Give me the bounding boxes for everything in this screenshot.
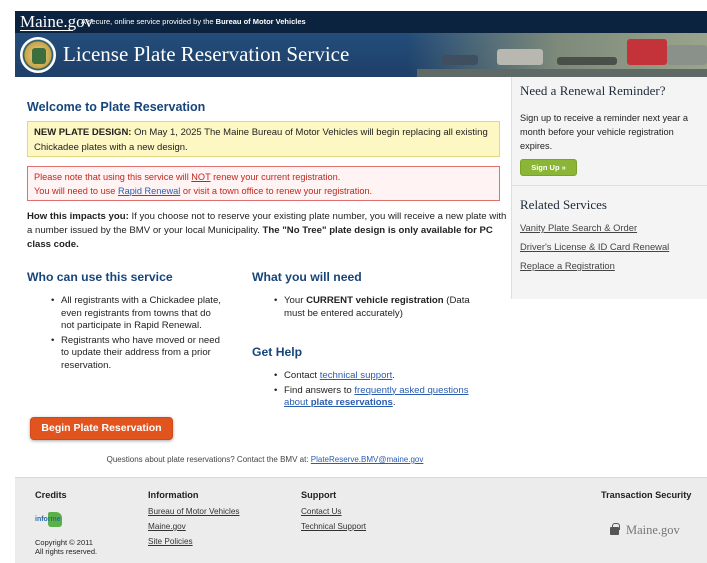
- impacts-label: How this impacts you:: [27, 211, 129, 222]
- copyright: Copyright © 2011 All rights reserved.: [35, 538, 97, 556]
- new-plate-notice: NEW PLATE DESIGN: On May 1, 2025 The Mai…: [27, 121, 500, 157]
- reminder-heading: Need a Renewal Reminder?: [520, 83, 666, 98]
- support-heading: Support: [301, 490, 337, 500]
- security-maine-logo: Maine.gov: [626, 523, 680, 537]
- sidebar: Need a Renewal Reminder? Sign up to rece…: [511, 77, 707, 299]
- warning-not: NOT: [191, 172, 211, 182]
- who-list: All registrants with a Chickadee plate, …: [51, 295, 221, 374]
- need-list: Your CURRENT vehicle registration (Data …: [274, 295, 474, 322]
- need-bold: CURRENT vehicle registration: [306, 295, 444, 306]
- maine-seal-icon: [20, 37, 56, 73]
- contact-us-link[interactable]: Contact Us: [301, 507, 366, 516]
- warning-text-b: renew your current registration.: [213, 172, 341, 182]
- technical-support-footer-link[interactable]: Technical Support: [301, 522, 366, 531]
- help-list: Contact technical support. Find answers …: [274, 370, 474, 412]
- page-title: License Plate Reservation Service: [63, 42, 350, 66]
- copyright-line-1: Copyright © 2011: [35, 538, 93, 547]
- logo-underline: [20, 30, 73, 31]
- help-prefix-1: Contact: [284, 370, 318, 381]
- list-item: Contact technical support.: [274, 370, 474, 383]
- credits-heading: Credits: [35, 490, 67, 500]
- warning-text-c: You will need to use: [34, 186, 116, 196]
- renewal-warning: Please note that using this service will…: [27, 166, 500, 201]
- sidebar-divider: [512, 185, 707, 186]
- list-item: Find answers to frequently asked questio…: [274, 385, 474, 410]
- replace-registration-link[interactable]: Replace a Registration: [520, 260, 669, 271]
- faq-link-bold: plate reservations: [310, 397, 393, 408]
- who-heading: Who can use this service: [27, 270, 173, 284]
- maine-gov-link[interactable]: Maine.gov: [148, 522, 239, 531]
- need-heading: What you will need: [252, 270, 362, 284]
- questions-text: Questions about plate reservations? Cont…: [106, 455, 309, 464]
- security-heading: Transaction Security: [601, 490, 692, 500]
- informe-logo[interactable]: informe: [35, 512, 75, 528]
- related-services-links: Vanity Plate Search & Order Driver's Lic…: [520, 222, 669, 279]
- help-suffix-1: .: [392, 370, 395, 381]
- informe-text: informe: [35, 516, 61, 523]
- footer-information: Information Bureau of Motor Vehicles Mai…: [148, 490, 239, 552]
- copyright-line-2: All rights reserved.: [35, 547, 98, 556]
- warning-text-d: or visit a town office to renew your reg…: [182, 186, 373, 196]
- tagline-agency: Bureau of Motor Vehicles: [215, 17, 306, 26]
- welcome-heading: Welcome to Plate Reservation: [27, 100, 206, 114]
- warning-text-a: Please note that using this service will: [34, 172, 189, 182]
- page: Maine.gov A secure, online service provi…: [15, 11, 707, 563]
- road-graphic: [417, 69, 707, 77]
- vanity-plate-link[interactable]: Vanity Plate Search & Order: [520, 222, 669, 233]
- bmv-email-link[interactable]: PlateReserve.BMV@maine.gov: [311, 455, 424, 464]
- list-item: Registrants who have moved or need to up…: [51, 335, 221, 373]
- car-graphic: [442, 55, 478, 65]
- technical-support-link[interactable]: technical support: [320, 370, 393, 381]
- site-policies-link[interactable]: Site Policies: [148, 537, 239, 546]
- footer-credits: Credits: [35, 490, 67, 507]
- information-heading: Information: [148, 490, 199, 500]
- bmv-link[interactable]: Bureau of Motor Vehicles: [148, 507, 239, 516]
- help-suffix-2: .: [392, 397, 396, 408]
- notice-label: NEW PLATE DESIGN:: [34, 127, 132, 138]
- top-bar: Maine.gov A secure, online service provi…: [15, 11, 707, 33]
- trailer-graphic: [557, 57, 617, 65]
- tagline-prefix: A secure, online service provided by the: [81, 17, 214, 26]
- footer-security: Transaction Security: [601, 490, 691, 507]
- warning-line-1: Please note that using this service will…: [34, 170, 493, 184]
- tagline: A secure, online service provided by the…: [81, 11, 306, 33]
- help-heading: Get Help: [252, 345, 303, 359]
- license-renewal-link[interactable]: Driver's License & ID Card Renewal: [520, 241, 669, 252]
- help-prefix-2: Find answers to: [284, 384, 352, 396]
- questions-line: Questions about plate reservations? Cont…: [15, 455, 515, 464]
- reminder-text: Sign up to receive a reminder next year …: [520, 113, 689, 151]
- sign-up-button[interactable]: Sign Up »: [520, 159, 577, 176]
- begin-plate-reservation-button[interactable]: Begin Plate Reservation: [30, 417, 173, 440]
- footer: Credits informe Copyright © 2011 All rig…: [15, 477, 707, 563]
- lock-icon: [610, 523, 620, 535]
- service-banner: License Plate Reservation Service: [15, 33, 707, 77]
- list-item: Your CURRENT vehicle registration (Data …: [274, 295, 474, 320]
- need-prefix: Your: [284, 295, 304, 306]
- vehicles-photo: [417, 33, 707, 77]
- footer-support: Support Contact Us Technical Support: [301, 490, 366, 537]
- impacts-paragraph: How this impacts you: If you choose not …: [27, 210, 513, 252]
- warning-line-2: You will need to use Rapid Renewal or vi…: [34, 184, 493, 198]
- list-item: All registrants with a Chickadee plate, …: [51, 295, 221, 333]
- truck-graphic: [627, 39, 667, 65]
- suv-graphic: [497, 49, 543, 65]
- related-services-heading: Related Services: [520, 197, 607, 212]
- truck-cargo-graphic: [667, 45, 707, 65]
- rapid-renewal-link[interactable]: Rapid Renewal: [118, 186, 180, 196]
